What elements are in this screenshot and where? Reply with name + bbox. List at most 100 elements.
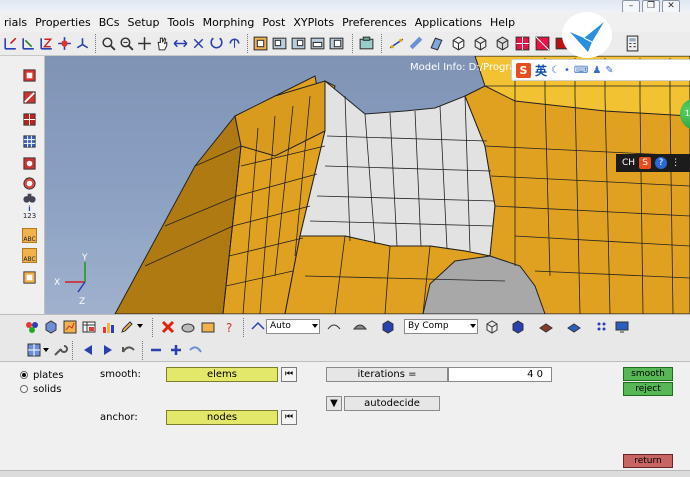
menu-materials[interactable]: rials [0, 16, 31, 29]
chart-icon[interactable] [62, 319, 78, 335]
view-front-icon[interactable] [252, 35, 269, 52]
solid-wire-icon[interactable] [472, 35, 489, 52]
zoom-icon[interactable] [118, 35, 135, 52]
view-top-icon[interactable] [290, 35, 307, 52]
tube-icon[interactable] [408, 35, 425, 52]
graphics-viewport[interactable]: Y X Z Model Info: D:/Program S 英 ☾ • ⌨ ♟… [45, 56, 690, 314]
surface-edit-icon[interactable] [428, 35, 445, 52]
radio-solids[interactable]: solids [20, 382, 90, 396]
plus-icon[interactable] [168, 342, 184, 358]
menu-applications[interactable]: Applications [411, 16, 486, 29]
menu-post[interactable]: Post [258, 16, 289, 29]
menu-tools[interactable]: Tools [164, 16, 199, 29]
calculator-icon[interactable] [624, 35, 641, 52]
plane-icon[interactable] [538, 319, 554, 335]
smooth-button[interactable]: smooth [623, 367, 673, 381]
wire-shape-icon[interactable] [326, 319, 342, 335]
reset-elems-icon[interactable]: ⏮ [281, 367, 297, 382]
smooth-elems-selector[interactable]: elems [166, 367, 278, 382]
display-mode-icon[interactable] [250, 319, 266, 335]
delete-x-icon[interactable] [160, 319, 176, 335]
ime-logo-icon[interactable]: S [516, 62, 531, 78]
ime-language[interactable]: 英 [535, 62, 547, 79]
panel-color-icon[interactable] [22, 90, 37, 105]
view-bottom-icon[interactable] [309, 35, 326, 52]
table-icon[interactable] [81, 319, 97, 335]
language-bar[interactable]: CH S ? ⋮ [616, 154, 690, 172]
grid-icon[interactable] [26, 342, 42, 358]
binoculars-icon[interactable] [22, 190, 37, 205]
cube-icon[interactable] [380, 319, 396, 335]
color-mode-select[interactable]: By Comp [404, 319, 478, 334]
panel-surface-icon[interactable] [22, 156, 37, 171]
moon-icon[interactable]: ☾ [551, 65, 560, 76]
menu-morphing[interactable]: Morphing [199, 16, 259, 29]
label-abc-icon[interactable]: ABC [22, 228, 37, 243]
components-icon[interactable] [24, 319, 40, 335]
reset-nodes-icon[interactable]: ⏮ [281, 410, 297, 425]
minus-icon[interactable] [148, 342, 164, 358]
mesh-model[interactable]: Y X Z [45, 56, 690, 314]
menu-properties[interactable]: Properties [31, 16, 95, 29]
rotate-icon[interactable] [208, 35, 225, 52]
chart-bar-icon[interactable] [100, 319, 116, 335]
anchor-nodes-selector[interactable]: nodes [166, 410, 278, 425]
view-side-icon[interactable] [271, 35, 288, 52]
autodecide-toggle-icon[interactable]: ▼ [326, 396, 342, 411]
undo-arrow-icon[interactable] [120, 342, 136, 358]
radio-dot[interactable] [20, 385, 28, 393]
display-mode-select[interactable]: Auto [266, 319, 320, 334]
arrows-horizontal-icon[interactable] [172, 35, 189, 52]
capture-icon[interactable] [358, 35, 375, 52]
question-icon[interactable]: ? [222, 319, 238, 335]
axis-y-icon[interactable] [20, 35, 37, 52]
mask-icon[interactable] [180, 319, 196, 335]
ime-toolbar[interactable]: S 英 ☾ • ⌨ ♟ ✎ [511, 59, 690, 81]
arrow-left-icon[interactable] [80, 342, 96, 358]
zoom-window-icon[interactable] [100, 35, 117, 52]
line-edit-icon[interactable] [388, 35, 405, 52]
mesh-element-icon[interactable] [514, 35, 531, 52]
iterations-input[interactable]: 4 0 [448, 367, 552, 382]
panel-mesh-icon[interactable] [22, 134, 37, 149]
panel-circle-icon[interactable] [22, 176, 37, 191]
radio-plates[interactable]: plates [20, 368, 90, 382]
shaded-shape-icon[interactable] [352, 319, 368, 335]
autodecide-button[interactable]: autodecide [344, 396, 440, 411]
label-abc-2-icon[interactable]: ABC [22, 248, 37, 263]
info-123-icon[interactable]: i 123 [22, 206, 37, 220]
mesh-wire-icon[interactable] [484, 319, 500, 335]
keyboard-icon[interactable]: ⌨ [574, 65, 588, 76]
solid-box-icon[interactable] [450, 35, 467, 52]
mesh-quality-icon[interactable] [534, 35, 551, 52]
panel-icon[interactable] [22, 68, 37, 83]
menu-preferences[interactable]: Preferences [338, 16, 411, 29]
hand-pan-icon[interactable] [154, 35, 171, 52]
fit-icon[interactable] [190, 35, 207, 52]
user-icon[interactable]: ♟ [592, 65, 601, 76]
panel-grid-icon[interactable] [22, 112, 37, 127]
pan-cross-icon[interactable] [136, 35, 153, 52]
dots-icon[interactable] [594, 319, 610, 335]
mesh-shaded-icon[interactable] [510, 319, 526, 335]
help-icon[interactable]: ? [655, 157, 668, 169]
iso-view-icon[interactable] [74, 35, 91, 52]
arrow-right-icon[interactable] [100, 342, 116, 358]
panel-orange-icon[interactable] [22, 270, 37, 285]
spin-icon[interactable] [226, 35, 243, 52]
dropdown-arrow-icon[interactable] [43, 348, 49, 352]
solid-shaded-icon[interactable] [494, 35, 511, 52]
axis-z-icon[interactable] [38, 35, 55, 52]
bird-logo-icon[interactable] [562, 12, 612, 58]
reject-button[interactable]: reject [623, 382, 673, 396]
pencil-icon[interactable] [119, 319, 135, 335]
wrench-icon[interactable]: ✎ [605, 65, 613, 76]
ch-label[interactable]: CH [622, 158, 635, 168]
menu-bcs[interactable]: BCs [95, 16, 124, 29]
axis-x-icon[interactable] [2, 35, 19, 52]
plane-blue-icon[interactable] [566, 319, 582, 335]
monitor-icon[interactable] [614, 319, 630, 335]
dropdown-arrow-icon[interactable] [137, 324, 143, 328]
menu-help[interactable]: Help [486, 16, 519, 29]
unmask-icon[interactable] [200, 319, 216, 335]
